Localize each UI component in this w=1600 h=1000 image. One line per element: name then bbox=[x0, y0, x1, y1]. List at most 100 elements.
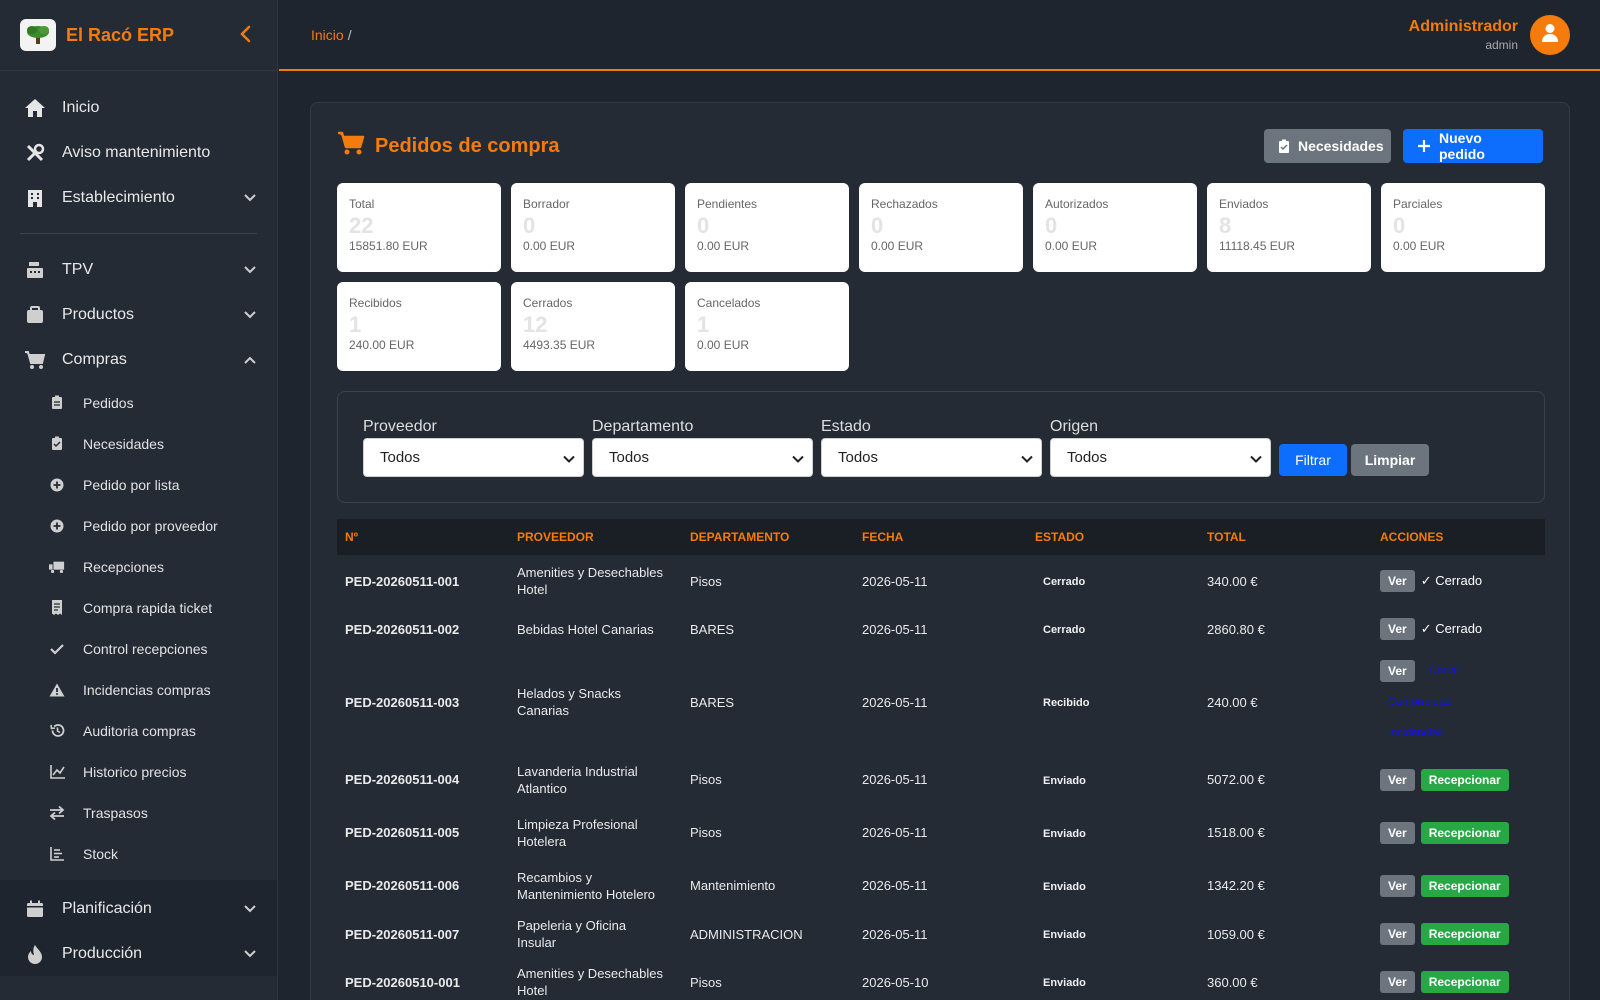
sidebar-item-label: Necesidades bbox=[83, 435, 164, 452]
receive-button[interactable]: Recepcionar bbox=[1420, 821, 1509, 844]
necesidades-button[interactable]: Necesidades bbox=[1264, 129, 1391, 163]
receive-button[interactable]: Recepcionar bbox=[1420, 874, 1509, 897]
sidebar-item-inicio[interactable]: Inicio bbox=[0, 85, 277, 130]
sidebar-item-compras[interactable]: Compras bbox=[0, 337, 277, 382]
view-button[interactable]: Ver bbox=[1380, 768, 1415, 791]
sidebar-item-aviso-mantenimiento[interactable]: Aviso mantenimiento bbox=[0, 130, 277, 175]
status-cell: Enviado bbox=[1027, 771, 1199, 789]
origen-select[interactable]: Todos bbox=[1050, 438, 1271, 477]
receipt-icon bbox=[49, 600, 65, 616]
order-number[interactable]: PED-20260511-004 bbox=[337, 771, 509, 788]
total-cell: 5072.00 € bbox=[1207, 772, 1265, 787]
sidebar-item-label: Establecimiento bbox=[62, 188, 175, 206]
sidebar-item-control-recepciones[interactable]: Control recepciones bbox=[0, 628, 277, 669]
sidebar-item-label: Stock bbox=[83, 845, 119, 862]
sidebar-item-productos[interactable]: Productos bbox=[0, 292, 277, 337]
filter-origen: Origen Todos bbox=[1050, 418, 1271, 477]
sidebar-item-incidencias-compras[interactable]: Incidencias compras bbox=[0, 669, 277, 710]
row-actions: Ver Recepcionar bbox=[1380, 874, 1545, 897]
sidebar-item-pedidos[interactable]: Pedidos bbox=[0, 382, 277, 423]
order-number[interactable]: PED-20260511-005 bbox=[337, 824, 509, 841]
view-button[interactable]: Ver bbox=[1380, 618, 1415, 640]
sidebar-item-pedido-por-proveedor[interactable]: Pedido por proveedor bbox=[0, 505, 277, 546]
date-cell: 2026-05-11 bbox=[862, 878, 928, 893]
breadcrumb-home-link[interactable]: Inicio bbox=[311, 27, 344, 43]
sidebar-item-planificacion[interactable]: Planificación bbox=[0, 886, 277, 931]
view-button[interactable]: Ver bbox=[1380, 821, 1415, 844]
sidebar-collapse-icon[interactable] bbox=[233, 22, 257, 46]
view-button[interactable]: Ver bbox=[1380, 660, 1415, 682]
conformity-link[interactable]: Conformidad bbox=[1388, 696, 1451, 708]
actions-cell: Ver ✓ Cerrado bbox=[1372, 570, 1545, 592]
stock-list-icon bbox=[49, 846, 65, 862]
sidebar-item-produccion[interactable]: Producción bbox=[0, 931, 277, 976]
history-icon bbox=[49, 723, 65, 739]
plus-icon bbox=[1417, 139, 1431, 153]
stat-label: Cerrados bbox=[523, 296, 573, 310]
stat-label: Enviados bbox=[1219, 197, 1269, 211]
estado-select[interactable]: Todos bbox=[821, 438, 1042, 477]
flame-icon bbox=[24, 943, 46, 965]
view-button[interactable]: Ver bbox=[1380, 874, 1415, 897]
order-number[interactable]: PED-20260510-001 bbox=[337, 974, 509, 991]
stat-count: 0 bbox=[697, 213, 710, 238]
order-number[interactable]: PED-20260511-003 bbox=[337, 694, 509, 711]
view-button[interactable]: Ver bbox=[1380, 570, 1415, 592]
stat-amount: 240.00 EUR bbox=[349, 338, 415, 352]
total-cell: 2860.80 € bbox=[1207, 621, 1265, 637]
status-badge: Enviado bbox=[1043, 880, 1086, 893]
chevron-down-icon bbox=[243, 263, 257, 277]
sidebar-item-necesidades[interactable]: Necesidades bbox=[0, 423, 277, 464]
sidebar-item-historico-precios[interactable]: Historico precios bbox=[0, 751, 277, 792]
close-link[interactable]: Cerrar bbox=[1429, 657, 1460, 686]
filter-label: Estado bbox=[821, 418, 871, 435]
stat-card-rechazados: Rechazados 0 0.00 EUR bbox=[859, 183, 1023, 272]
divider bbox=[20, 233, 257, 234]
supplier-cell: Limpieza Profesional Hotelera bbox=[517, 816, 638, 849]
stat-count: 1 bbox=[349, 312, 362, 337]
select-value: Todos bbox=[1067, 449, 1108, 466]
new-order-button-label: Nuevo pedido bbox=[1439, 130, 1485, 162]
stat-card-cerrados: Cerrados 12 4493.35 EUR bbox=[511, 282, 675, 371]
order-number[interactable]: PED-20260511-001 bbox=[337, 573, 509, 590]
receive-button[interactable]: Recepcionar bbox=[1420, 768, 1509, 791]
sidebar-item-label: Historico precios bbox=[83, 763, 187, 780]
order-number[interactable]: PED-20260511-007 bbox=[337, 926, 509, 943]
status-badge: Enviado bbox=[1043, 977, 1086, 989]
sidebar-item-label: Pedido por proveedor bbox=[83, 517, 218, 534]
view-button[interactable]: Ver bbox=[1380, 971, 1415, 993]
incidents-link[interactable]: Incidencias bbox=[1388, 727, 1443, 739]
sidebar-item-traspasos[interactable]: Traspasos bbox=[0, 792, 277, 833]
filter-button[interactable]: Filtrar bbox=[1279, 444, 1347, 476]
new-order-button[interactable]: Nuevo pedido bbox=[1403, 129, 1543, 163]
chevron-down-icon bbox=[243, 947, 257, 961]
sidebar-item-establecimiento[interactable]: Establecimiento bbox=[0, 175, 277, 220]
sidebar-item-pedido-por-lista[interactable]: Pedido por lista bbox=[0, 464, 277, 505]
sidebar-item-tpv[interactable]: TPV bbox=[0, 247, 277, 292]
stat-amount: 11118.45 EUR bbox=[1219, 239, 1296, 253]
total-cell: 1518.00 € bbox=[1207, 825, 1265, 840]
brand: El Racó ERP bbox=[0, 0, 277, 71]
column-header: DEPARTAMENTO bbox=[690, 530, 790, 544]
order-number[interactable]: PED-20260511-002 bbox=[337, 621, 509, 638]
tools-icon bbox=[24, 142, 46, 164]
user-icon bbox=[1541, 23, 1559, 48]
view-button[interactable]: Ver bbox=[1380, 923, 1415, 945]
sidebar-item-compra-rapida-ticket[interactable]: Compra rapida ticket bbox=[0, 587, 277, 628]
receive-button[interactable]: Recepcionar bbox=[1420, 923, 1509, 945]
departamento-select[interactable]: Todos bbox=[592, 438, 813, 477]
avatar[interactable] bbox=[1530, 15, 1570, 55]
proveedor-select[interactable]: Todos bbox=[363, 438, 584, 477]
sidebar-item-stock[interactable]: Stock bbox=[0, 833, 277, 874]
sidebar-item-auditoria-compras[interactable]: Auditoria compras bbox=[0, 710, 277, 751]
order-number[interactable]: PED-20260511-006 bbox=[337, 877, 509, 894]
receive-button[interactable]: Recepcionar bbox=[1420, 971, 1509, 993]
status-badge: Cerrado bbox=[1043, 624, 1086, 636]
sidebar-item-recepciones[interactable]: Recepciones bbox=[0, 546, 277, 587]
stat-count: 0 bbox=[523, 213, 536, 238]
clear-button[interactable]: Limpiar bbox=[1351, 444, 1429, 476]
supplier-cell: Amenities y Desechables Hotel bbox=[517, 966, 663, 998]
status-cell: Enviado bbox=[1027, 877, 1199, 895]
header-actions: Necesidades Nuevo pedido bbox=[1264, 129, 1543, 163]
user-menu[interactable]: Administrador admin bbox=[1409, 15, 1570, 55]
